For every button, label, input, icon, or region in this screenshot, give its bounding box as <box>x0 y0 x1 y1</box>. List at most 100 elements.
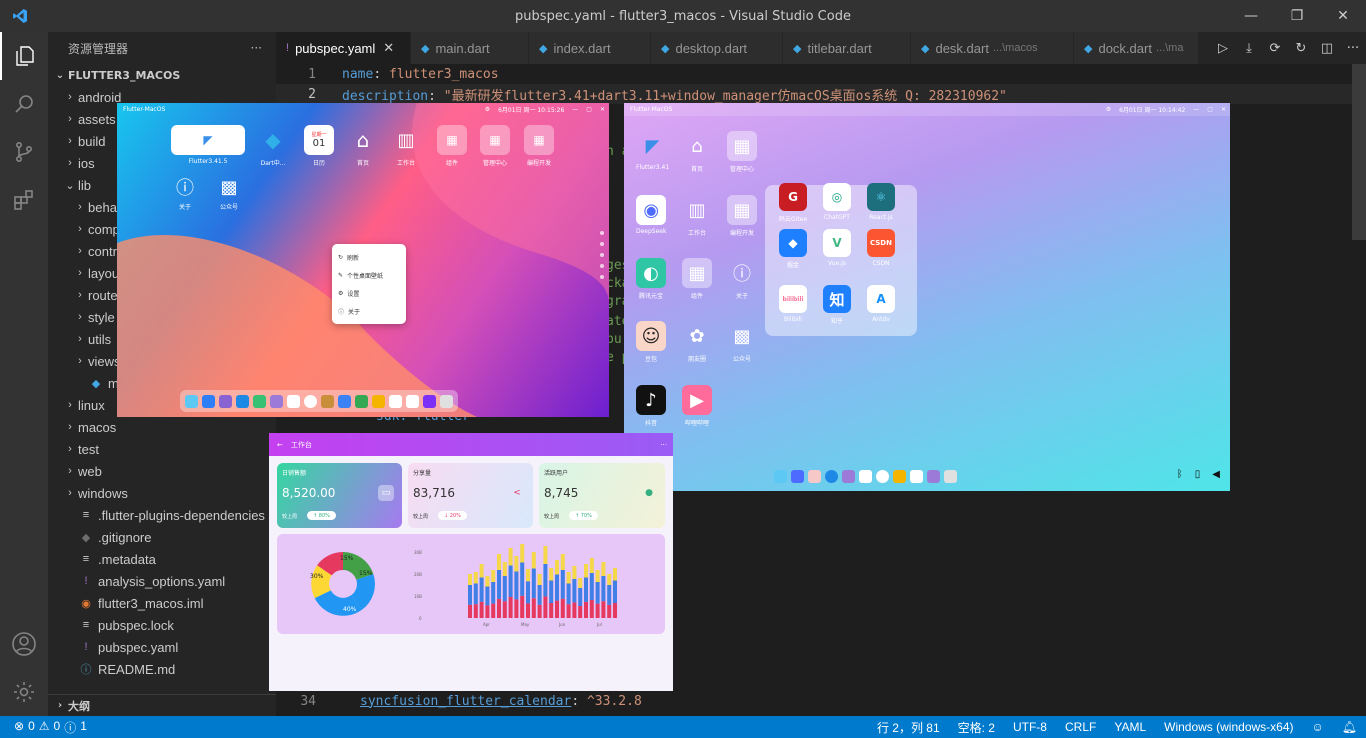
folder-app-icon[interactable]: bilibili Bilibili <box>779 285 807 323</box>
tab-pubspec-yaml[interactable]: ! pubspec.yaml ✕ <box>276 32 411 64</box>
desktop-app-icon[interactable]: ▩ 公众号 <box>727 321 757 364</box>
dock-launchpad-icon[interactable] <box>219 394 232 408</box>
desktop-app-icon[interactable]: ✿ 朋友圈 <box>682 321 712 364</box>
desktop-app-icon[interactable]: ▦ 组件 <box>682 258 712 300</box>
dock-deepseek-icon[interactable] <box>791 469 804 483</box>
folder-app-icon[interactable]: ◆ 掘金 <box>779 229 807 269</box>
tree-item[interactable]: › macos <box>48 416 276 438</box>
tree-item[interactable]: › windows <box>48 482 276 504</box>
dock-calendar-icon[interactable] <box>910 469 923 483</box>
tab-desktop-dart[interactable]: ◆ desktop.dart <box>651 32 783 64</box>
desktop-app-icon[interactable]: ⓘ 关于 <box>727 258 757 300</box>
settings-gear-icon[interactable] <box>0 668 48 716</box>
battery-icon[interactable]: ▯ <box>1195 469 1201 480</box>
context-wallpaper-item[interactable]: ✎ 个性桌面壁纸 <box>332 266 406 284</box>
desktop-app-icon[interactable]: ▦ 管理中心 <box>727 131 757 173</box>
more-icon[interactable]: ··· <box>1340 41 1366 56</box>
dock-photos-icon[interactable] <box>893 469 906 483</box>
dock-info-icon[interactable] <box>876 469 889 483</box>
search-icon[interactable] <box>0 80 48 128</box>
tree-item[interactable]: › web <box>48 460 276 482</box>
more-icon[interactable]: ··· <box>660 441 667 449</box>
tab-main-dart[interactable]: ◆ main.dart <box>411 32 529 64</box>
minimize-button[interactable]: — <box>1228 0 1274 32</box>
dock-mail-icon[interactable] <box>338 394 351 408</box>
notifications-icon[interactable]: 🔔︎ <box>1333 720 1366 734</box>
editor-scrollbar[interactable] <box>1352 64 1366 240</box>
tab-index-dart[interactable]: ◆ index.dart <box>529 32 651 64</box>
dock-folder2-icon[interactable] <box>927 469 940 483</box>
close-window-button[interactable]: ✕ <box>1320 0 1366 32</box>
problems-indicator[interactable]: ⊗ 0 ⚠ 0 ⓘ 1 <box>0 719 87 736</box>
minimize-icon[interactable]: — <box>572 106 578 113</box>
feedback-icon[interactable]: ☺ <box>1303 720 1333 734</box>
desktop-app-icon[interactable]: ♪ 抖音 <box>636 385 666 427</box>
dock-folder-icon[interactable] <box>270 394 283 408</box>
tree-item[interactable]: ! pubspec.yaml <box>48 636 276 658</box>
dock-calendar-icon[interactable] <box>406 394 419 408</box>
desktop-app-icon[interactable]: ◐ 腾讯元宝 <box>636 258 666 300</box>
project-section[interactable]: ⌄ FLUTTER3_MACOS <box>48 64 276 86</box>
settings-icon[interactable]: ⚙ <box>1106 106 1111 113</box>
download-icon[interactable]: ⤓ <box>1236 41 1262 56</box>
components-folder-icon[interactable]: ▦ 组件 <box>437 125 467 167</box>
tree-item[interactable]: ≡ .metadata <box>48 548 276 570</box>
desktop-app-icon[interactable]: ▦ 编程开发 <box>727 195 757 237</box>
maximize-icon[interactable]: ▢ <box>586 106 592 113</box>
dock-messages-icon[interactable] <box>253 394 266 408</box>
folder-app-icon[interactable]: 知知乎 <box>823 285 851 325</box>
home-app-icon[interactable]: ⌂ 首页 <box>348 125 378 167</box>
tab-titlebar-dart[interactable]: ◆ titlebar.dart <box>783 32 911 64</box>
desktop-app-icon[interactable]: ⌂ 首页 <box>682 131 712 174</box>
desktop-app-icon[interactable]: ◉ DeepSeek <box>636 195 666 235</box>
wechat-official-app-icon[interactable]: ▩ 公众号 <box>217 175 241 212</box>
account-icon[interactable] <box>0 620 48 668</box>
dock-trash-icon[interactable] <box>440 394 453 408</box>
split-editor-icon[interactable]: ◫ <box>1314 41 1340 56</box>
flutter-app-icon[interactable]: ◤ Flutter3.41.5 <box>171 125 245 165</box>
workbench-app-icon[interactable]: ▥ 工作台 <box>391 125 421 168</box>
dock-music-icon[interactable] <box>389 394 402 408</box>
cursor-position[interactable]: 行 2，列 81 <box>868 719 949 736</box>
dev-folder-icon[interactable]: ▦ 编程开发 <box>524 125 554 167</box>
dock-home-icon[interactable] <box>287 394 300 408</box>
dock-avatar-icon[interactable] <box>808 469 821 483</box>
dock-photos-icon[interactable] <box>372 394 385 408</box>
line-ending[interactable]: CRLF <box>1056 720 1105 734</box>
volume-icon[interactable]: ◀ <box>1212 469 1220 480</box>
about-app-icon[interactable]: ⓘ 关于 <box>173 175 197 211</box>
context-settings-item[interactable]: ⚙ 设置 <box>332 284 406 302</box>
tab-desk-dart[interactable]: ◆ desk.dart ...\macos <box>911 32 1074 64</box>
dock-store-icon[interactable] <box>423 394 436 408</box>
dock-notes-icon[interactable] <box>321 394 334 408</box>
context-about-item[interactable]: ⓘ 关于 <box>332 302 406 320</box>
tree-item[interactable]: ≡ .flutter-plugins-dependencies <box>48 504 276 526</box>
tree-item[interactable]: › test <box>48 438 276 460</box>
dart-app-icon[interactable]: ◆ Dart中... <box>258 125 288 167</box>
folder-app-icon[interactable]: CSDN CSDN <box>867 229 895 267</box>
tab-dock-dart[interactable]: ◆ dock.dart ...\ma <box>1074 32 1199 64</box>
tree-item[interactable]: ⓘ README.md <box>48 658 276 680</box>
desktop-app-icon[interactable]: ▥ 工作台 <box>682 195 712 238</box>
extensions-icon[interactable] <box>0 176 48 224</box>
folder-app-icon[interactable]: V Vue.js <box>823 229 851 267</box>
tree-item[interactable]: ◆ .gitignore <box>48 526 276 548</box>
dock-chart-icon[interactable] <box>859 469 872 483</box>
dock-info-icon[interactable] <box>304 394 317 408</box>
sync-icon[interactable]: ⟳ <box>1262 41 1288 56</box>
language-mode[interactable]: YAML <box>1105 720 1155 734</box>
desktop-app-icon[interactable]: ▶ 哔哩哔哩 <box>682 385 712 427</box>
folder-app-icon[interactable]: ⚛ React.js <box>867 183 895 221</box>
dock-appstore-icon[interactable] <box>202 394 215 408</box>
tree-item[interactable]: ≡ pubspec.lock <box>48 614 276 636</box>
settings-icon[interactable]: ⚙ <box>485 106 490 113</box>
indentation[interactable]: 空格: 2 <box>949 719 1004 736</box>
outline-section[interactable]: › 大纲 <box>48 694 276 716</box>
folder-app-icon[interactable]: A Antdv <box>867 285 895 323</box>
dock-flutter-icon[interactable] <box>185 394 198 408</box>
refresh-icon[interactable]: ↻ <box>1288 41 1314 56</box>
close-icon[interactable]: ✕ <box>1221 106 1226 113</box>
tree-item[interactable]: ◉ flutter3_macos.iml <box>48 592 276 614</box>
dock-flutter-icon[interactable] <box>774 469 787 483</box>
dock-maps-icon[interactable] <box>355 394 368 408</box>
